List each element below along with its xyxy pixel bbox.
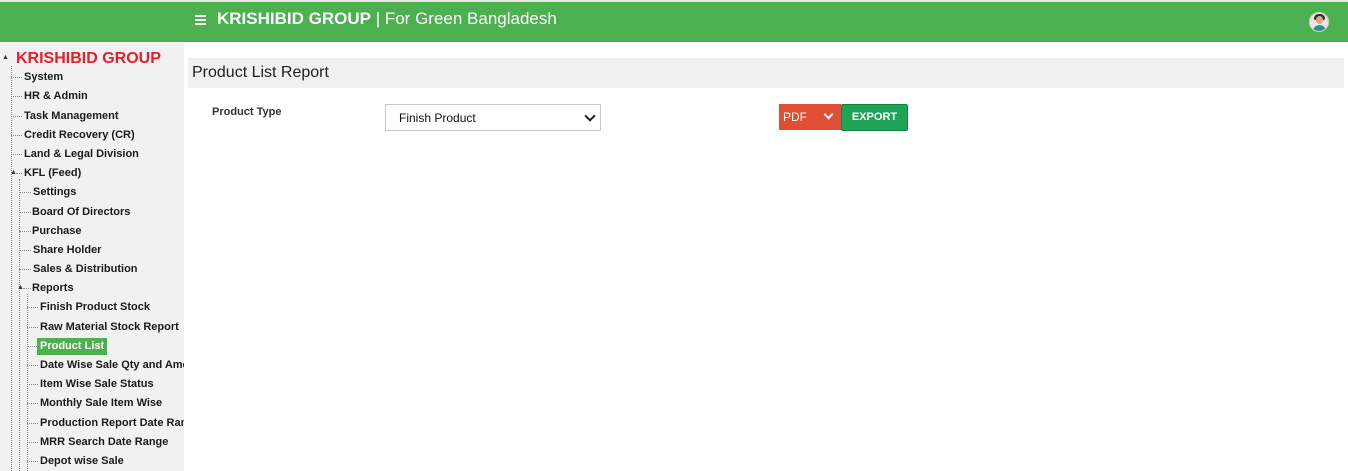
product-type-value: Finish Product bbox=[399, 111, 476, 125]
sidebar-item-label: Sales & Distribution bbox=[33, 263, 138, 275]
tree-connector bbox=[19, 231, 31, 232]
sidebar-item-settings[interactable]: Settings bbox=[0, 183, 184, 202]
tree-connector bbox=[11, 154, 22, 155]
export-format-value: PDF bbox=[783, 110, 807, 124]
sidebar-item-label: Finish Product Stock bbox=[40, 301, 151, 313]
tree-root-title[interactable]: KRISHIBID GROUP bbox=[16, 50, 161, 68]
sidebar-item-label: Raw Material Stock Report bbox=[40, 321, 179, 333]
sidebar-item-production-report[interactable]: Production Report Date Range bbox=[0, 414, 184, 433]
sidebar-item-monthly-sale[interactable]: Monthly Sale Item Wise bbox=[0, 394, 184, 413]
top-bar: KRISHIBID GROUP | For Green Bangladesh bbox=[0, 0, 1348, 42]
tree-root-expander-icon[interactable]: ▲ bbox=[2, 54, 9, 61]
app-brand: KRISHIBID GROUP bbox=[217, 9, 371, 28]
sidebar-item-label: Credit Recovery (CR) bbox=[24, 129, 135, 141]
tree-connector bbox=[27, 423, 38, 424]
product-type-label: Product Type bbox=[212, 106, 282, 118]
sidebar-item-label: Item Wise Sale Status bbox=[40, 378, 154, 390]
product-type-select[interactable]: Finish Product bbox=[385, 104, 601, 131]
tree-connector bbox=[16, 173, 22, 174]
sidebar-item-land-legal[interactable]: Land & Legal Division bbox=[0, 145, 184, 164]
tree-connector bbox=[19, 212, 31, 213]
sidebar-item-finish-product-stock[interactable]: Finish Product Stock bbox=[0, 298, 184, 317]
export-button[interactable]: EXPORT bbox=[841, 104, 908, 131]
sidebar-item-hr-admin[interactable]: HR & Admin bbox=[0, 87, 184, 106]
sidebar-item-product-list[interactable]: Product List bbox=[0, 337, 184, 356]
content-header: Product List Report bbox=[188, 58, 1344, 88]
sidebar-item-task-management[interactable]: Task Management bbox=[0, 107, 184, 126]
app-tagline: For Green Bangladesh bbox=[384, 9, 557, 28]
sidebar-item-label: Board Of Directors bbox=[32, 206, 131, 218]
export-format-select[interactable]: PDF bbox=[779, 104, 841, 130]
tree-connector bbox=[27, 403, 38, 404]
sidebar-item-purchase[interactable]: Purchase bbox=[0, 222, 184, 241]
avatar-body bbox=[1313, 25, 1326, 31]
tree-connector bbox=[27, 365, 38, 366]
sidebar-item-label: KFL (Feed) bbox=[24, 167, 82, 179]
sidebar-item-mrr-search[interactable]: MRR Search Date Range bbox=[0, 433, 184, 452]
sidebar-item-reports[interactable]: ▲ Reports bbox=[0, 279, 184, 298]
tree-connector bbox=[27, 346, 37, 347]
sidebar-item-label: Settings bbox=[33, 186, 77, 198]
tree-connector bbox=[11, 96, 22, 97]
sidebar-item-depot-wise-sale[interactable]: Depot wise Sale bbox=[0, 452, 184, 471]
sidebar-item-sales-distribution[interactable]: Sales & Distribution bbox=[0, 260, 184, 279]
sidebar-item-label: MRR Search Date Range bbox=[40, 436, 169, 448]
sidebar-item-system[interactable]: System bbox=[0, 68, 184, 87]
sidebar-item-label: Land & Legal Division bbox=[24, 148, 139, 160]
sidebar-item-label: Production Report Date Range bbox=[40, 417, 184, 429]
sidebar-item-credit-recovery[interactable]: Credit Recovery (CR) bbox=[0, 126, 184, 145]
page-title: Product List Report bbox=[192, 64, 329, 81]
sidebar-item-share-holder[interactable]: Share Holder bbox=[0, 241, 184, 260]
sidebar-item-label: Share Holder bbox=[33, 244, 102, 256]
chevron-down-icon bbox=[823, 109, 834, 120]
sidebar-item-item-wise-sale-status[interactable]: Item Wise Sale Status bbox=[0, 375, 184, 394]
sidebar-item-raw-material-stock[interactable]: Raw Material Stock Report bbox=[0, 318, 184, 337]
sidebar-item-label: Product List bbox=[37, 338, 108, 355]
tree-connector bbox=[27, 461, 38, 462]
tree-connector bbox=[27, 384, 38, 385]
tree-connector bbox=[27, 327, 38, 328]
tree-connector bbox=[11, 77, 22, 78]
sidebar-item-label: Date Wise Sale Qty and Amount bbox=[40, 359, 184, 371]
chevron-down-icon bbox=[584, 110, 596, 122]
title-separator: | bbox=[370, 9, 385, 28]
tree-connector bbox=[27, 307, 38, 308]
sidebar-item-board-of-directors[interactable]: Board Of Directors bbox=[0, 203, 184, 222]
tree-connector bbox=[11, 116, 22, 117]
tree-connector bbox=[11, 135, 22, 136]
app-title: KRISHIBID GROUP | For Green Bangladesh bbox=[217, 9, 557, 29]
sidebar-tree: ▲ KRISHIBID GROUP System HR & Admin Task… bbox=[0, 42, 184, 471]
sidebar-item-label: HR & Admin bbox=[24, 90, 88, 102]
sidebar-item-label: System bbox=[24, 71, 64, 83]
sidebar-item-label: Task Management bbox=[24, 110, 119, 122]
tree-connector bbox=[27, 442, 38, 443]
tree-connector bbox=[23, 288, 31, 289]
tree-connector bbox=[19, 250, 31, 251]
tree-connector bbox=[19, 269, 31, 270]
sidebar-item-date-wise-sale[interactable]: Date Wise Sale Qty and Amount bbox=[0, 356, 184, 375]
sidebar-item-label: Monthly Sale Item Wise bbox=[40, 397, 163, 409]
sidebar-item-kfl-feed[interactable]: ▲ KFL (Feed) bbox=[0, 164, 184, 183]
sidebar-item-label: Purchase bbox=[32, 225, 82, 237]
hamburger-menu-icon[interactable] bbox=[195, 15, 206, 25]
user-avatar[interactable] bbox=[1309, 12, 1329, 32]
sidebar-item-label: Depot wise Sale bbox=[40, 455, 124, 467]
tree-connector bbox=[19, 192, 31, 193]
sidebar-item-label: Reports bbox=[32, 282, 74, 294]
avatar-face bbox=[1316, 16, 1323, 24]
